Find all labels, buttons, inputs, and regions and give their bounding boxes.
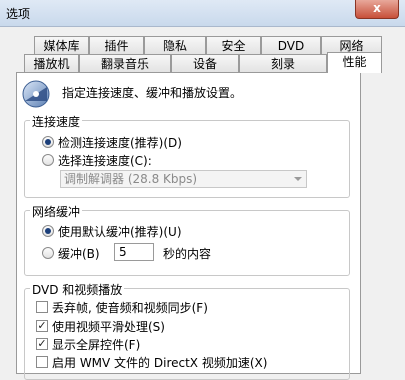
drop-frames-label[interactable]: 丢弃帧, 使音频和视频同步(F) (52, 299, 208, 316)
tab-privacy[interactable]: 隐私 (144, 36, 206, 54)
connection-speed-select[interactable]: 调制解调器 (28.8 Kbps) (60, 170, 307, 188)
tab-label: 设备 (192, 57, 217, 71)
tab-performance[interactable]: 性能 (327, 52, 382, 73)
tab-label: 网络 (339, 39, 364, 53)
choose-speed-label[interactable]: 选择连接速度(C): (58, 152, 152, 169)
connection-speed-value: 调制解调器 (28.8 Kbps) (64, 172, 198, 186)
tab-security[interactable]: 安全 (206, 36, 261, 54)
tab-devices[interactable]: 设备 (171, 54, 239, 72)
tab-label: 插件 (104, 39, 129, 53)
tab-label: 播放机 (33, 57, 70, 71)
dvd-video-legend: DVD 和视频播放 (30, 281, 125, 298)
buffer-seconds-suffix: 秒的内容 (163, 247, 212, 261)
tab-label: 翻录音乐 (100, 57, 149, 71)
default-buffer-label[interactable]: 使用默认缓冲(推荐)(U) (58, 223, 182, 240)
tab-label: 刻录 (270, 57, 295, 71)
header-description: 指定连接速度、缓冲和播放设置。 (62, 86, 243, 100)
tab-label: 性能 (342, 55, 367, 69)
detect-speed-radio[interactable] (42, 136, 54, 148)
close-icon: x (373, 1, 381, 15)
tab-rip-music[interactable]: 翻录音乐 (79, 54, 171, 72)
custom-buffer-radio[interactable] (42, 247, 54, 259)
detect-speed-label[interactable]: 检测连接速度(推荐)(D) (58, 134, 182, 151)
tab-player[interactable]: 播放机 (24, 54, 79, 72)
tab-label: 安全 (221, 39, 246, 53)
buffer-seconds-value: 5 (119, 245, 127, 259)
tab-library[interactable]: 媒体库 (34, 36, 89, 54)
tab-label: 隐私 (162, 39, 187, 53)
fullscreen-controls-label[interactable]: 显示全屏控件(F) (52, 336, 140, 353)
default-buffer-radio[interactable] (42, 225, 54, 237)
gauge-icon (22, 80, 50, 108)
tab-plugins[interactable]: 插件 (89, 36, 144, 54)
chevron-down-icon (294, 177, 302, 181)
window-title: 选项 (6, 7, 31, 21)
directx-acceleration-label[interactable]: 启用 WMV 文件的 DirectX 视频加速(X) (52, 354, 267, 371)
fullscreen-controls-checkbox[interactable]: ✓ (36, 338, 48, 350)
directx-acceleration-checkbox[interactable] (36, 356, 48, 368)
video-smoothing-label[interactable]: 使用视频平滑处理(S) (52, 318, 165, 335)
tab-label: DVD (277, 39, 305, 53)
choose-speed-radio[interactable] (42, 154, 54, 166)
video-smoothing-checkbox[interactable]: ✓ (36, 320, 48, 332)
tab-burn[interactable]: 刻录 (239, 54, 327, 72)
network-buffering-legend: 网络缓冲 (30, 203, 83, 220)
drop-frames-checkbox[interactable] (36, 301, 48, 313)
tab-dvd[interactable]: DVD (261, 36, 321, 54)
tab-label: 媒体库 (43, 39, 80, 53)
title-bar: 选项 x (0, 0, 405, 27)
close-button[interactable]: x (355, 0, 399, 19)
connection-speed-legend: 连接速度 (30, 113, 83, 130)
buffer-seconds-input[interactable]: 5 (114, 243, 154, 261)
custom-buffer-label[interactable]: 缓冲(B) (58, 245, 100, 262)
